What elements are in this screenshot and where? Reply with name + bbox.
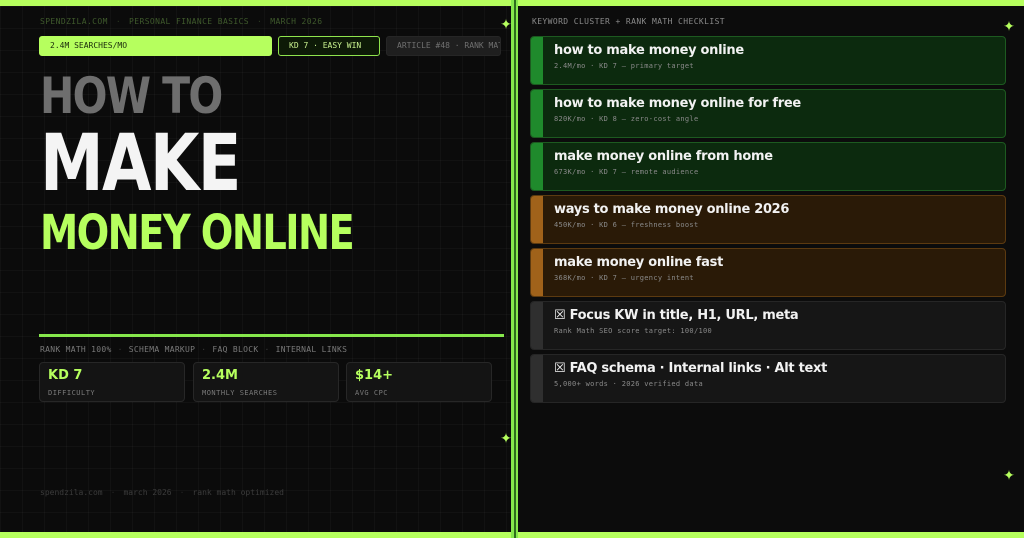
keyword-title: how to make money online for free	[554, 96, 801, 111]
keyword-title: ways to make money online 2026	[554, 202, 790, 217]
card-accent	[531, 196, 543, 243]
checklist-card: ☒ FAQ schema · Internal links · Alt text…	[530, 354, 1006, 403]
keyword-card: ways to make money online 2026 450K/mo ·…	[530, 195, 1006, 244]
keyword-meta: 2.4M/mo · KD 7 — primary target	[554, 62, 694, 70]
checklist-title-item: ☒ Focus KW in title, H1, URL, meta	[554, 308, 799, 323]
keyword-title: make money online fast	[554, 255, 723, 270]
keyword-meta: 368K/mo · KD 7 — urgency intent	[554, 274, 694, 282]
stat-value: 2.4M	[202, 368, 238, 383]
card-accent	[531, 355, 543, 402]
keyword-card: how to make money online 2.4M/mo · KD 7 …	[530, 36, 1006, 85]
card-accent	[531, 37, 543, 84]
headline-line-1: HOW TO	[40, 67, 223, 125]
keyword-title: make money online from home	[554, 149, 773, 164]
footer-note: rank math optimized	[192, 488, 284, 497]
checklist-title-item: ☒ FAQ schema · Internal links · Alt text	[554, 361, 828, 376]
headline-line-2: MAKE	[40, 119, 241, 209]
sparkle-icon: ✦	[1003, 19, 1015, 35]
keyword-title: how to make money online	[554, 43, 744, 58]
center-divider-inner	[514, 0, 516, 538]
stat-label: DIFFICULTY	[48, 389, 96, 397]
date: MARCH 2026	[270, 17, 323, 26]
stat-value: $14+	[355, 368, 394, 383]
keyword-card: how to make money online for free 820K/m…	[530, 89, 1006, 138]
stat-card-cpc: $14+ AVG CPC	[346, 362, 492, 402]
footer-date: march 2026	[123, 488, 172, 497]
searches-pill: 2.4M SEARCHES/MO	[39, 36, 272, 56]
stat-value: KD 7	[48, 368, 83, 383]
meta-line: SPENDZILA.COM · PERSONAL FINANCE BASICS · MA…	[40, 17, 323, 26]
feature-tags: RANK MATH 100% · SCHEMA MARKUP · FAQ BLOCK · I…	[40, 345, 348, 354]
tag: RANK MATH 100%	[40, 345, 112, 354]
checklist-meta: Rank Math SEO score target: 100/100	[554, 327, 713, 335]
tag: SCHEMA MARKUP	[128, 345, 196, 354]
keyword-card: make money online from home 673K/mo · KD…	[530, 142, 1006, 191]
keyword-meta: 450K/mo · KD 6 — freshness boost	[554, 221, 699, 229]
tag: INTERNAL LINKS	[275, 345, 348, 354]
headline-line-3: MONEY ONLINE	[40, 205, 355, 261]
card-accent	[531, 302, 543, 349]
card-accent	[531, 90, 543, 137]
checklist-meta: 5,000+ words · 2026 verified data	[554, 380, 703, 388]
keyword-meta: 820K/mo · KD 8 — zero-cost angle	[554, 115, 699, 123]
stat-label: MONTHLY SEARCHES	[202, 389, 278, 397]
stat-card-difficulty: KD 7 DIFFICULTY	[39, 362, 185, 402]
footer-site: spendzila.com	[40, 488, 103, 497]
sparkle-icon: ✦	[500, 431, 512, 447]
checklist-card: ☒ Focus KW in title, H1, URL, meta Rank …	[530, 301, 1006, 350]
keyword-meta: 673K/mo · KD 7 — remote audience	[554, 168, 699, 176]
card-accent	[531, 249, 543, 296]
checklist-title: KEYWORD CLUSTER + RANK MATH CHECKLIST	[532, 17, 726, 26]
keyword-card: make money online fast 368K/mo · KD 7 — …	[530, 248, 1006, 297]
sparkle-icon: ✦	[1003, 468, 1015, 484]
page: SPENDZILA.COM · PERSONAL FINANCE BASICS · MA…	[0, 0, 1024, 538]
site-name: SPENDZILA.COM	[40, 17, 108, 26]
footer-line: spendzila.com · march 2026 · rank math optim…	[40, 488, 284, 497]
stat-card-searches: 2.4M MONTHLY SEARCHES	[193, 362, 339, 402]
sparkle-icon: ✦	[500, 17, 512, 33]
kd-pill: KD 7 · EASY WIN	[278, 36, 380, 56]
article-pill: ARTICLE #48 · RANK MATH	[386, 36, 501, 56]
tag: FAQ BLOCK	[212, 345, 259, 354]
card-accent	[531, 143, 543, 190]
category: PERSONAL FINANCE BASICS	[129, 17, 250, 26]
divider-rule	[39, 334, 504, 337]
stat-label: AVG CPC	[355, 389, 389, 397]
